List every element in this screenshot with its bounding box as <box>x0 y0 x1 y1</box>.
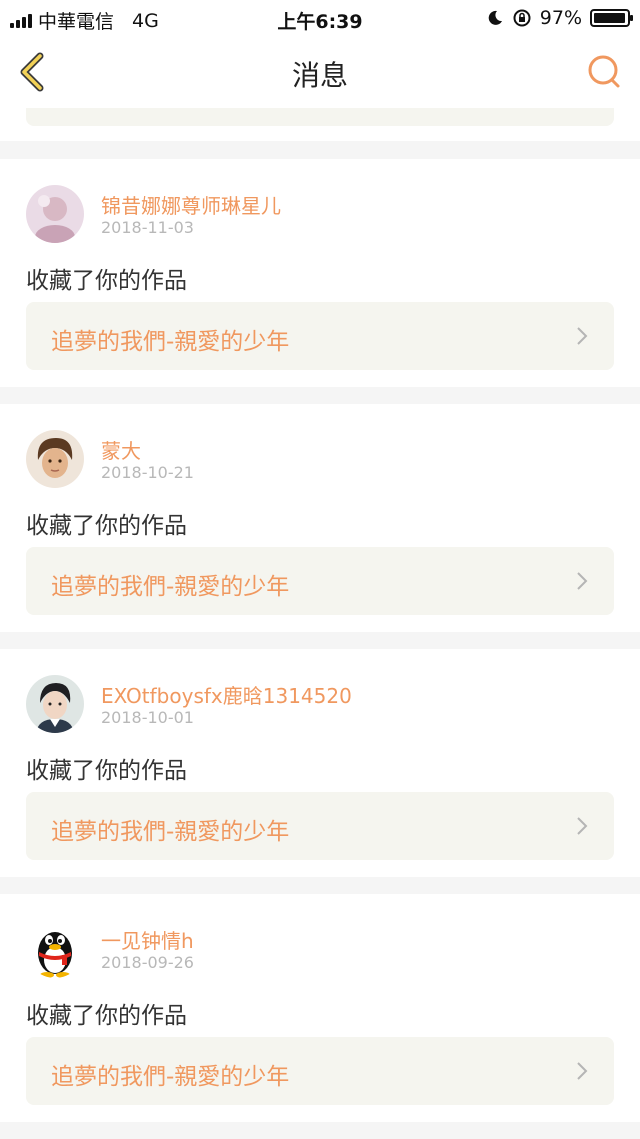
avatar[interactable] <box>26 675 84 733</box>
action-text: 收藏了你的作品 <box>26 1003 187 1029</box>
chevron-right-icon <box>577 1062 588 1080</box>
work-title: 追夢的我們-親愛的少年 <box>51 574 290 600</box>
work-link[interactable]: 追夢的我們-親愛的少年 <box>26 547 614 615</box>
work-title: 追夢的我們-親愛的少年 <box>51 329 290 355</box>
work-link[interactable]: 追夢的我們-親愛的少年 <box>26 792 614 860</box>
search-icon <box>588 55 620 88</box>
battery-icon <box>590 9 633 27</box>
previous-card-stub <box>0 108 640 141</box>
avatar[interactable] <box>26 920 84 978</box>
username[interactable]: 锦昔娜娜尊师琳星儿 <box>101 190 281 219</box>
username[interactable]: 蒙大 <box>101 435 141 464</box>
chevron-right-icon <box>577 817 588 835</box>
message-card: EXOtfboysfx鹿晗1314520 2018-10-01 收藏了你的作品 … <box>0 649 640 877</box>
search-button[interactable] <box>584 52 624 92</box>
work-link[interactable]: 追夢的我們-親愛的少年 <box>26 1037 614 1105</box>
action-text: 收藏了你的作品 <box>26 268 187 294</box>
message-card: 锦昔娜娜尊师琳星儿 2018-11-03 收藏了你的作品 追夢的我們-親愛的少年 <box>0 159 640 387</box>
message-card: 一见钟情h 2018-09-26 收藏了你的作品 追夢的我們-親愛的少年 <box>0 894 640 1122</box>
status-bar: 中華電信 4G 上午6:39 97% <box>0 0 640 36</box>
avatar-photo-icon <box>26 185 84 243</box>
message-date: 2018-10-01 <box>101 708 194 727</box>
work-link[interactable]: 追夢的我們-親愛的少年 <box>26 302 614 370</box>
avatar-photo-icon <box>26 675 84 733</box>
username[interactable]: EXOtfboysfx鹿晗1314520 <box>101 680 352 709</box>
nav-bar: 消息 <box>0 36 640 109</box>
previous-work-link-stub[interactable] <box>26 108 614 126</box>
chevron-right-icon <box>577 327 588 345</box>
battery-percent: 97% <box>539 7 582 29</box>
moon-icon <box>488 10 502 25</box>
message-date: 2018-09-26 <box>101 953 194 972</box>
chevron-right-icon <box>577 572 588 590</box>
username[interactable]: 一见钟情h <box>101 925 194 954</box>
avatar-photo-icon <box>26 430 84 488</box>
message-card: 蒙大 2018-10-21 收藏了你的作品 追夢的我們-親愛的少年 <box>0 404 640 632</box>
avatar[interactable] <box>26 430 84 488</box>
action-text: 收藏了你的作品 <box>26 513 187 539</box>
qq-penguin-icon <box>26 920 84 978</box>
avatar[interactable] <box>26 185 84 243</box>
work-title: 追夢的我們-親愛的少年 <box>51 819 290 845</box>
message-date: 2018-11-03 <box>101 218 194 237</box>
page-title: 消息 <box>291 59 348 92</box>
action-text: 收藏了你的作品 <box>26 758 187 784</box>
message-date: 2018-10-21 <box>101 463 194 482</box>
status-right: 97% <box>486 7 633 29</box>
work-title: 追夢的我們-親愛的少年 <box>51 1064 290 1090</box>
rotation-lock-icon <box>513 9 531 27</box>
